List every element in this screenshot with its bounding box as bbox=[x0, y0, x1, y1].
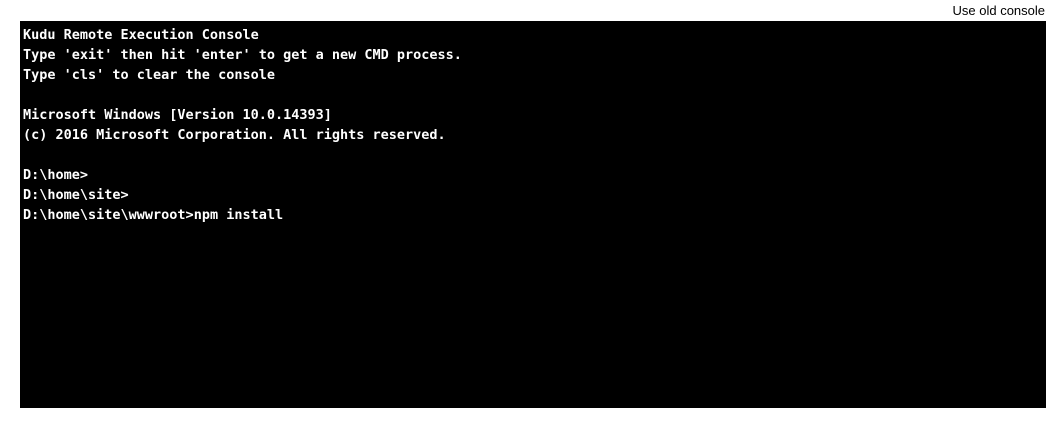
console-history-line: D:\home> bbox=[23, 167, 89, 183]
console-output: Kudu Remote Execution Console Type 'exit… bbox=[23, 25, 1042, 225]
console-command-input[interactable]: npm install bbox=[194, 207, 283, 223]
console-prompt: D:\home\site\wwwroot> bbox=[23, 207, 194, 223]
use-old-console-link[interactable]: Use old console bbox=[953, 3, 1046, 18]
console-banner-line: Type 'exit' then hit 'enter' to get a ne… bbox=[23, 47, 462, 63]
console-system-line: Microsoft Windows [Version 10.0.14393] bbox=[23, 107, 332, 123]
console-window[interactable]: Kudu Remote Execution Console Type 'exit… bbox=[20, 21, 1046, 408]
console-system-line: (c) 2016 Microsoft Corporation. All righ… bbox=[23, 127, 446, 143]
top-bar: Use old console bbox=[0, 0, 1057, 21]
console-banner-line: Kudu Remote Execution Console bbox=[23, 27, 259, 43]
console-input-line[interactable]: D:\home\site\wwwroot>npm install bbox=[23, 205, 1042, 225]
console-banner-line: Type 'cls' to clear the console bbox=[23, 67, 275, 83]
console-history-line: D:\home\site> bbox=[23, 187, 129, 203]
